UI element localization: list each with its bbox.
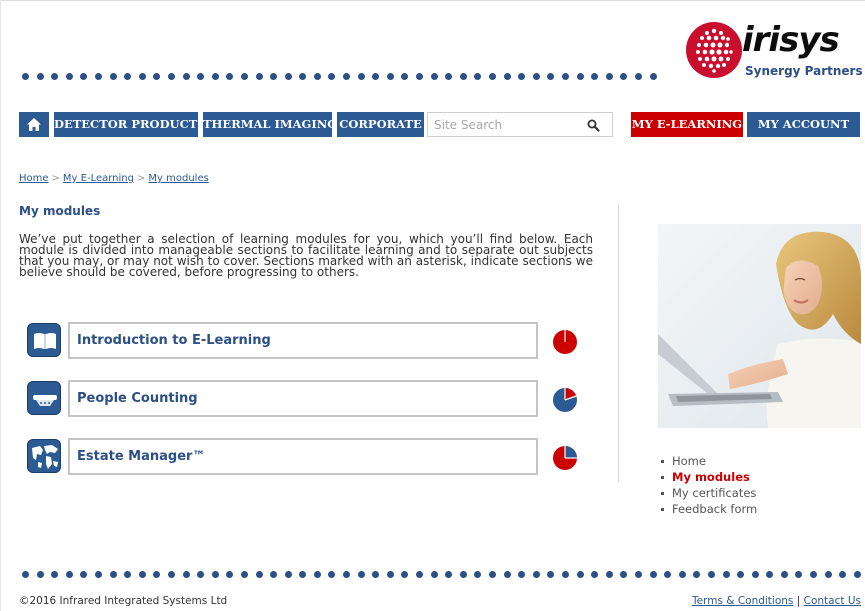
footer-separator: |: [796, 595, 801, 607]
logo-tagline: Synergy Partners: [745, 64, 863, 78]
search-icon[interactable]: [587, 119, 600, 132]
terms-link[interactable]: Terms & Conditions: [692, 595, 793, 607]
nav-detector-products[interactable]: DETECTOR PRODUCTS: [54, 112, 206, 137]
breadcrumb-home[interactable]: Home: [19, 173, 49, 184]
irisys-logo[interactable]: irisys Synergy Partners: [686, 20, 863, 84]
module-link-estate-manager[interactable]: Estate Manager™: [68, 438, 538, 475]
intro-paragraph: We’ve put together a selection of learni…: [19, 232, 593, 279]
nav-home-button[interactable]: [19, 112, 49, 137]
contact-link[interactable]: Contact Us: [804, 595, 861, 607]
breadcrumb-separator: >: [137, 173, 146, 184]
side-nav-my-modules[interactable]: My modules: [660, 469, 757, 485]
bottom-dotted-divider: [22, 571, 865, 578]
module-progress-pie: [553, 446, 577, 470]
page-title: My modules: [19, 204, 101, 218]
site-search: [427, 112, 613, 137]
top-dotted-divider: [22, 73, 664, 80]
world-map-icon[interactable]: [27, 439, 61, 473]
logo-wordmark: irisys: [742, 20, 840, 60]
footer-copyright: ©2016 Infrared Integrated Systems Ltd: [19, 595, 228, 607]
module-row-people-counting: People Counting: [27, 380, 587, 418]
module-link-people-counting[interactable]: People Counting: [68, 380, 538, 417]
module-row-introduction: Introduction to E-Learning: [27, 322, 587, 360]
book-icon[interactable]: [27, 323, 61, 357]
side-nav-my-certificates[interactable]: My certificates: [660, 485, 757, 501]
search-input[interactable]: [434, 117, 584, 133]
home-icon: [27, 118, 41, 131]
module-progress-pie: [553, 330, 577, 354]
breadcrumb-separator: >: [51, 173, 60, 184]
nav-corporate[interactable]: CORPORATE: [337, 112, 424, 137]
module-link-introduction[interactable]: Introduction to E-Learning: [68, 322, 538, 359]
breadcrumb-my-elearning[interactable]: My E-Learning: [63, 173, 134, 184]
logo-dot-matrix-icon: [686, 22, 742, 78]
nav-thermal-imaging[interactable]: THERMAL IMAGING: [203, 112, 337, 137]
column-divider: [618, 204, 619, 482]
footer-links: Terms & Conditions | Contact Us: [692, 595, 861, 607]
nav-my-account[interactable]: MY ACCOUNT: [747, 112, 860, 137]
nav-my-elearning[interactable]: MY E-LEARNING: [631, 112, 743, 137]
side-nav-feedback-form[interactable]: Feedback form: [660, 501, 757, 517]
side-nav-home[interactable]: Home: [660, 453, 757, 469]
module-progress-pie: [553, 388, 577, 412]
module-row-estate-manager: Estate Manager™: [27, 438, 587, 476]
people-counter-sensor-icon[interactable]: [27, 381, 61, 415]
breadcrumb: Home > My E-Learning > My modules: [19, 173, 209, 184]
breadcrumb-my-modules[interactable]: My modules: [148, 173, 208, 184]
side-nav: Home My modules My certificates Feedback…: [660, 453, 757, 517]
woman-laptop-photo: [658, 224, 861, 428]
